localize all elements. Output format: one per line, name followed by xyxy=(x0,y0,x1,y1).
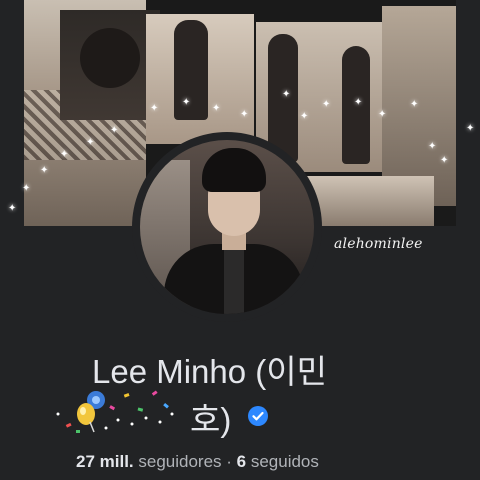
sparkle-icon: ✦ xyxy=(150,103,159,114)
sparkle-icon: ✦ xyxy=(466,123,475,134)
followers-label[interactable]: seguidores · xyxy=(134,452,237,471)
sparkle-icon: ✦ xyxy=(410,99,419,110)
verified-badge-icon[interactable] xyxy=(247,405,269,427)
following-label[interactable]: seguidos xyxy=(246,452,319,471)
profile-name-text: 호) xyxy=(190,401,232,438)
followers-count[interactable]: 27 mill. xyxy=(76,452,134,471)
profile-name-continued: 호) xyxy=(190,400,269,440)
follow-stats: 27 mill. seguidores · 6 seguidos xyxy=(76,452,319,472)
sparkle-icon: ✦ xyxy=(282,89,291,100)
cover-figure xyxy=(80,28,140,88)
sparkle-icon: ✦ xyxy=(110,125,119,136)
sparkle-icon: ✦ xyxy=(86,137,95,148)
following-count[interactable]: 6 xyxy=(237,452,246,471)
party-confetti-icon xyxy=(56,390,174,433)
sparkle-icon: ✦ xyxy=(40,165,49,176)
sparkle-icon: ✦ xyxy=(322,99,331,110)
avatar-hair xyxy=(202,148,266,192)
sparkle-icon: ✦ xyxy=(240,109,249,120)
watermark-text: alehominlee xyxy=(334,236,423,252)
avatar-shirt xyxy=(224,246,244,314)
sparkle-icon: ✦ xyxy=(182,97,191,108)
sparkle-icon: ✦ xyxy=(8,203,17,214)
profile-screen: ✦ ✦ ✦ ✦ ✦ ✦ ✦ ✦ ✦ ✦ ✦ ✦ ✦ ✦ ✦ ✦ ✦ ✦ ✦ al… xyxy=(0,0,480,480)
sparkle-icon: ✦ xyxy=(22,183,31,194)
sparkle-icon: ✦ xyxy=(428,141,437,152)
sparkle-icon: ✦ xyxy=(354,97,363,108)
sparkle-icon: ✦ xyxy=(300,111,309,122)
profile-name: Lee Minho (이민 xyxy=(92,353,327,390)
cover-figure xyxy=(174,20,208,120)
sparkle-icon: ✦ xyxy=(212,103,221,114)
sparkle-icon: ✦ xyxy=(60,149,69,160)
sparkle-icon: ✦ xyxy=(440,155,449,166)
sparkle-icon: ✦ xyxy=(378,109,387,120)
avatar[interactable] xyxy=(140,140,314,314)
